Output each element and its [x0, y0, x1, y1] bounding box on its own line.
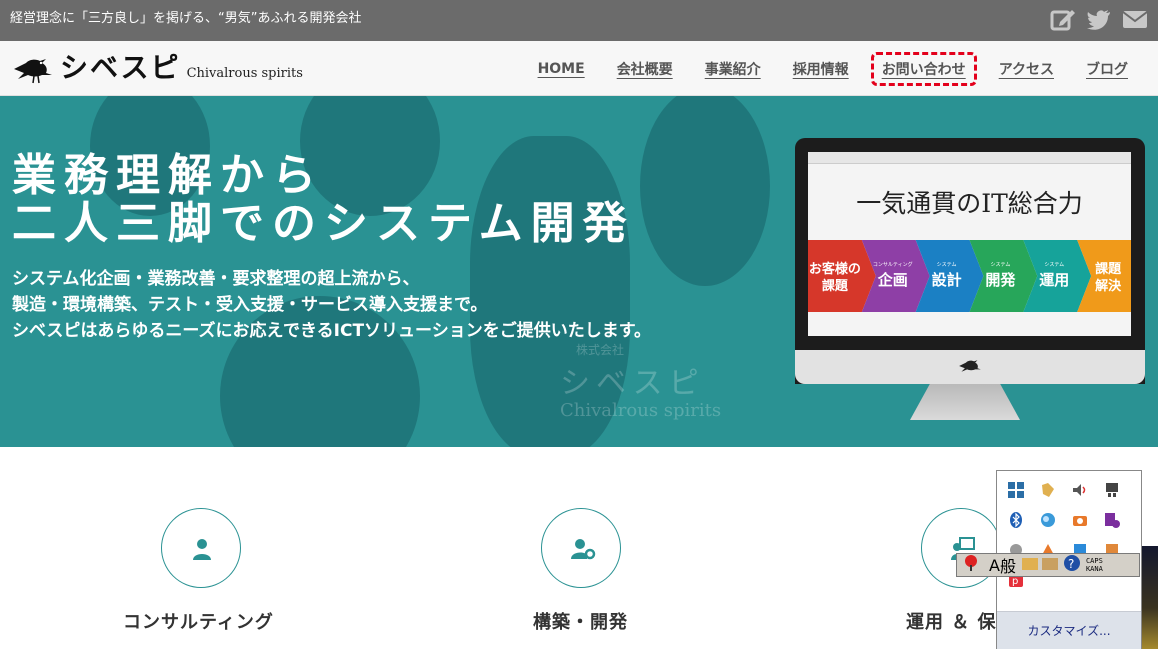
headline-line-2: 二人三脚でのシステム開発 — [12, 198, 635, 249]
process-step-sublabel: システム — [937, 262, 957, 268]
hero-description: システム化企画・業務改善・要求整理の超上流から、 製造・環境構築、テスト・受入支… — [12, 266, 651, 344]
brand-name: シベスピ — [60, 51, 181, 84]
tagline: 経営理念に「三方良し」を掲げる、“男気”あふれる開発会社 — [10, 11, 362, 26]
svg-text:p: p — [1012, 576, 1018, 587]
process-step-label: 課題 — [1095, 261, 1122, 277]
desc-line-2: 製造・環境構築、テスト・受入支援・サービス導入支援まで。 — [12, 295, 488, 315]
monitor-stand — [910, 384, 1020, 420]
process-step-sublabel: システム — [1044, 262, 1064, 268]
browser-bar — [808, 152, 1131, 164]
nav-company[interactable]: 会社概要 — [607, 53, 683, 85]
service-title-development: 構築・開発 — [533, 612, 628, 633]
nav-home[interactable]: HOME — [528, 55, 595, 83]
monitor-illustration: 一気通貫のIT総合力 お客様の 課題 コンサルティング 企画 システム 設計 システム 開発シ… — [795, 138, 1145, 384]
main-nav: HOME 会社概要 事業紹介 採用情報 お問い合わせ アクセス ブログ — [516, 41, 1138, 96]
monitor-screen: 一気通貫のIT総合力 お客様の 課題 コンサルティング 企画 システム 設計 システム 開発シ… — [808, 152, 1131, 336]
top-bar: 経営理念に「三方良し」を掲げる、“男気”あふれる開発会社 — [0, 0, 1158, 41]
caps-label: CAPS — [1085, 557, 1103, 565]
brand-subtitle: Chivalrous spirits — [186, 66, 303, 81]
process-step-sublabel: コンサルティング — [873, 261, 913, 268]
watermark-sub: Chivalrous spirits — [560, 400, 722, 421]
headline-line-1: 業務理解から — [12, 150, 324, 201]
process-step-sublabel: システム — [990, 262, 1010, 268]
crow-icon — [959, 360, 981, 372]
process-step-label: 開発 — [985, 271, 1016, 289]
ime-pin-icon[interactable] — [961, 553, 981, 577]
ime-mode[interactable]: A — [989, 556, 1000, 575]
process-step-label: 解決 — [1094, 278, 1122, 294]
kana-label: KANA — [1085, 565, 1103, 573]
nav-access[interactable]: アクセス — [989, 53, 1064, 85]
twitter-icon[interactable] — [1086, 6, 1112, 32]
onenote-icon[interactable] — [1103, 511, 1121, 529]
ime-help-icon[interactable]: ? — [1062, 553, 1082, 577]
camera-icon[interactable] — [1071, 511, 1089, 529]
user-gear-icon — [571, 539, 596, 560]
ime-toolbar[interactable]: A 般 ? CAPS KANA — [956, 553, 1140, 577]
edit-icon[interactable] — [1050, 6, 1076, 32]
process-step-label: 課題 — [822, 278, 849, 294]
service-title-consulting: コンサルティング — [123, 612, 274, 633]
watermark-brand: シベスピ — [560, 366, 705, 401]
globe-icon[interactable] — [1039, 511, 1057, 529]
bg-figure — [640, 96, 770, 286]
process-arrows: お客様の課題コンサルティング企画システム設計システム開発システム運用課題解決 — [808, 240, 1131, 312]
ime-dictionary-icon[interactable] — [1020, 553, 1040, 577]
service-icon-development[interactable] — [541, 508, 621, 588]
nav-blog[interactable]: ブログ — [1076, 53, 1138, 85]
ime-tools-icon[interactable] — [1040, 553, 1060, 577]
nav-business[interactable]: 事業紹介 — [695, 53, 771, 85]
ime-kanji[interactable]: 般 — [1000, 553, 1016, 577]
process-step-label: 設計 — [932, 271, 962, 289]
network-icon[interactable] — [1103, 481, 1121, 499]
person-icon — [193, 539, 211, 560]
process-step: お客様の課題 — [808, 240, 876, 312]
caps-kana-indicator: CAPS KANA — [1086, 557, 1103, 573]
background-window-edge — [1142, 546, 1158, 649]
watermark-kabushiki: 株式会社 — [576, 343, 625, 357]
nav-contact[interactable]: お問い合わせ — [870, 51, 977, 86]
nav-recruit[interactable]: 採用情報 — [783, 53, 859, 85]
process-step-label: 運用 — [1039, 271, 1069, 289]
crow-logo-icon — [14, 59, 52, 84]
svg-text:?: ? — [1068, 557, 1074, 571]
hero-banner: 業務理解から 二人三脚でのシステム開発 システム化企画・業務改善・要求整理の超上… — [0, 96, 1158, 447]
desc-line-3: シベスピはあらゆるニーズにお応えできるICTソリューションをご提供いたします。 — [12, 321, 651, 341]
site-logo[interactable]: シベスピ Chivalrous spirits — [12, 51, 303, 85]
process-step-label: 企画 — [877, 271, 908, 289]
screen-title: 一気通貫のIT総合力 — [856, 189, 1083, 218]
service-icon-consulting[interactable] — [161, 508, 241, 588]
speaker-icon[interactable] — [1071, 481, 1089, 499]
mail-icon[interactable] — [1122, 6, 1148, 32]
hero-watermark: 株式会社 シベスピ Chivalrous spirits — [560, 341, 721, 421]
windows-tile-icon[interactable] — [1007, 481, 1025, 499]
site-header: シベスピ Chivalrous spirits HOME 会社概要 事業紹介 採… — [0, 41, 1158, 96]
task-icon[interactable] — [1039, 481, 1057, 499]
service-title-operation: 運用 ＆ 保 — [906, 612, 997, 633]
social-icons — [1050, 6, 1148, 32]
desc-line-1: システム化企画・業務改善・要求整理の超上流から、 — [12, 269, 420, 289]
monitor-chin — [795, 350, 1145, 384]
bluetooth-icon[interactable] — [1007, 511, 1025, 529]
hero-headline: 業務理解から 二人三脚でのシステム開発 — [12, 152, 635, 248]
process-step-label: お客様の — [809, 261, 861, 277]
customize-link[interactable]: カスタマイズ... — [997, 611, 1141, 649]
